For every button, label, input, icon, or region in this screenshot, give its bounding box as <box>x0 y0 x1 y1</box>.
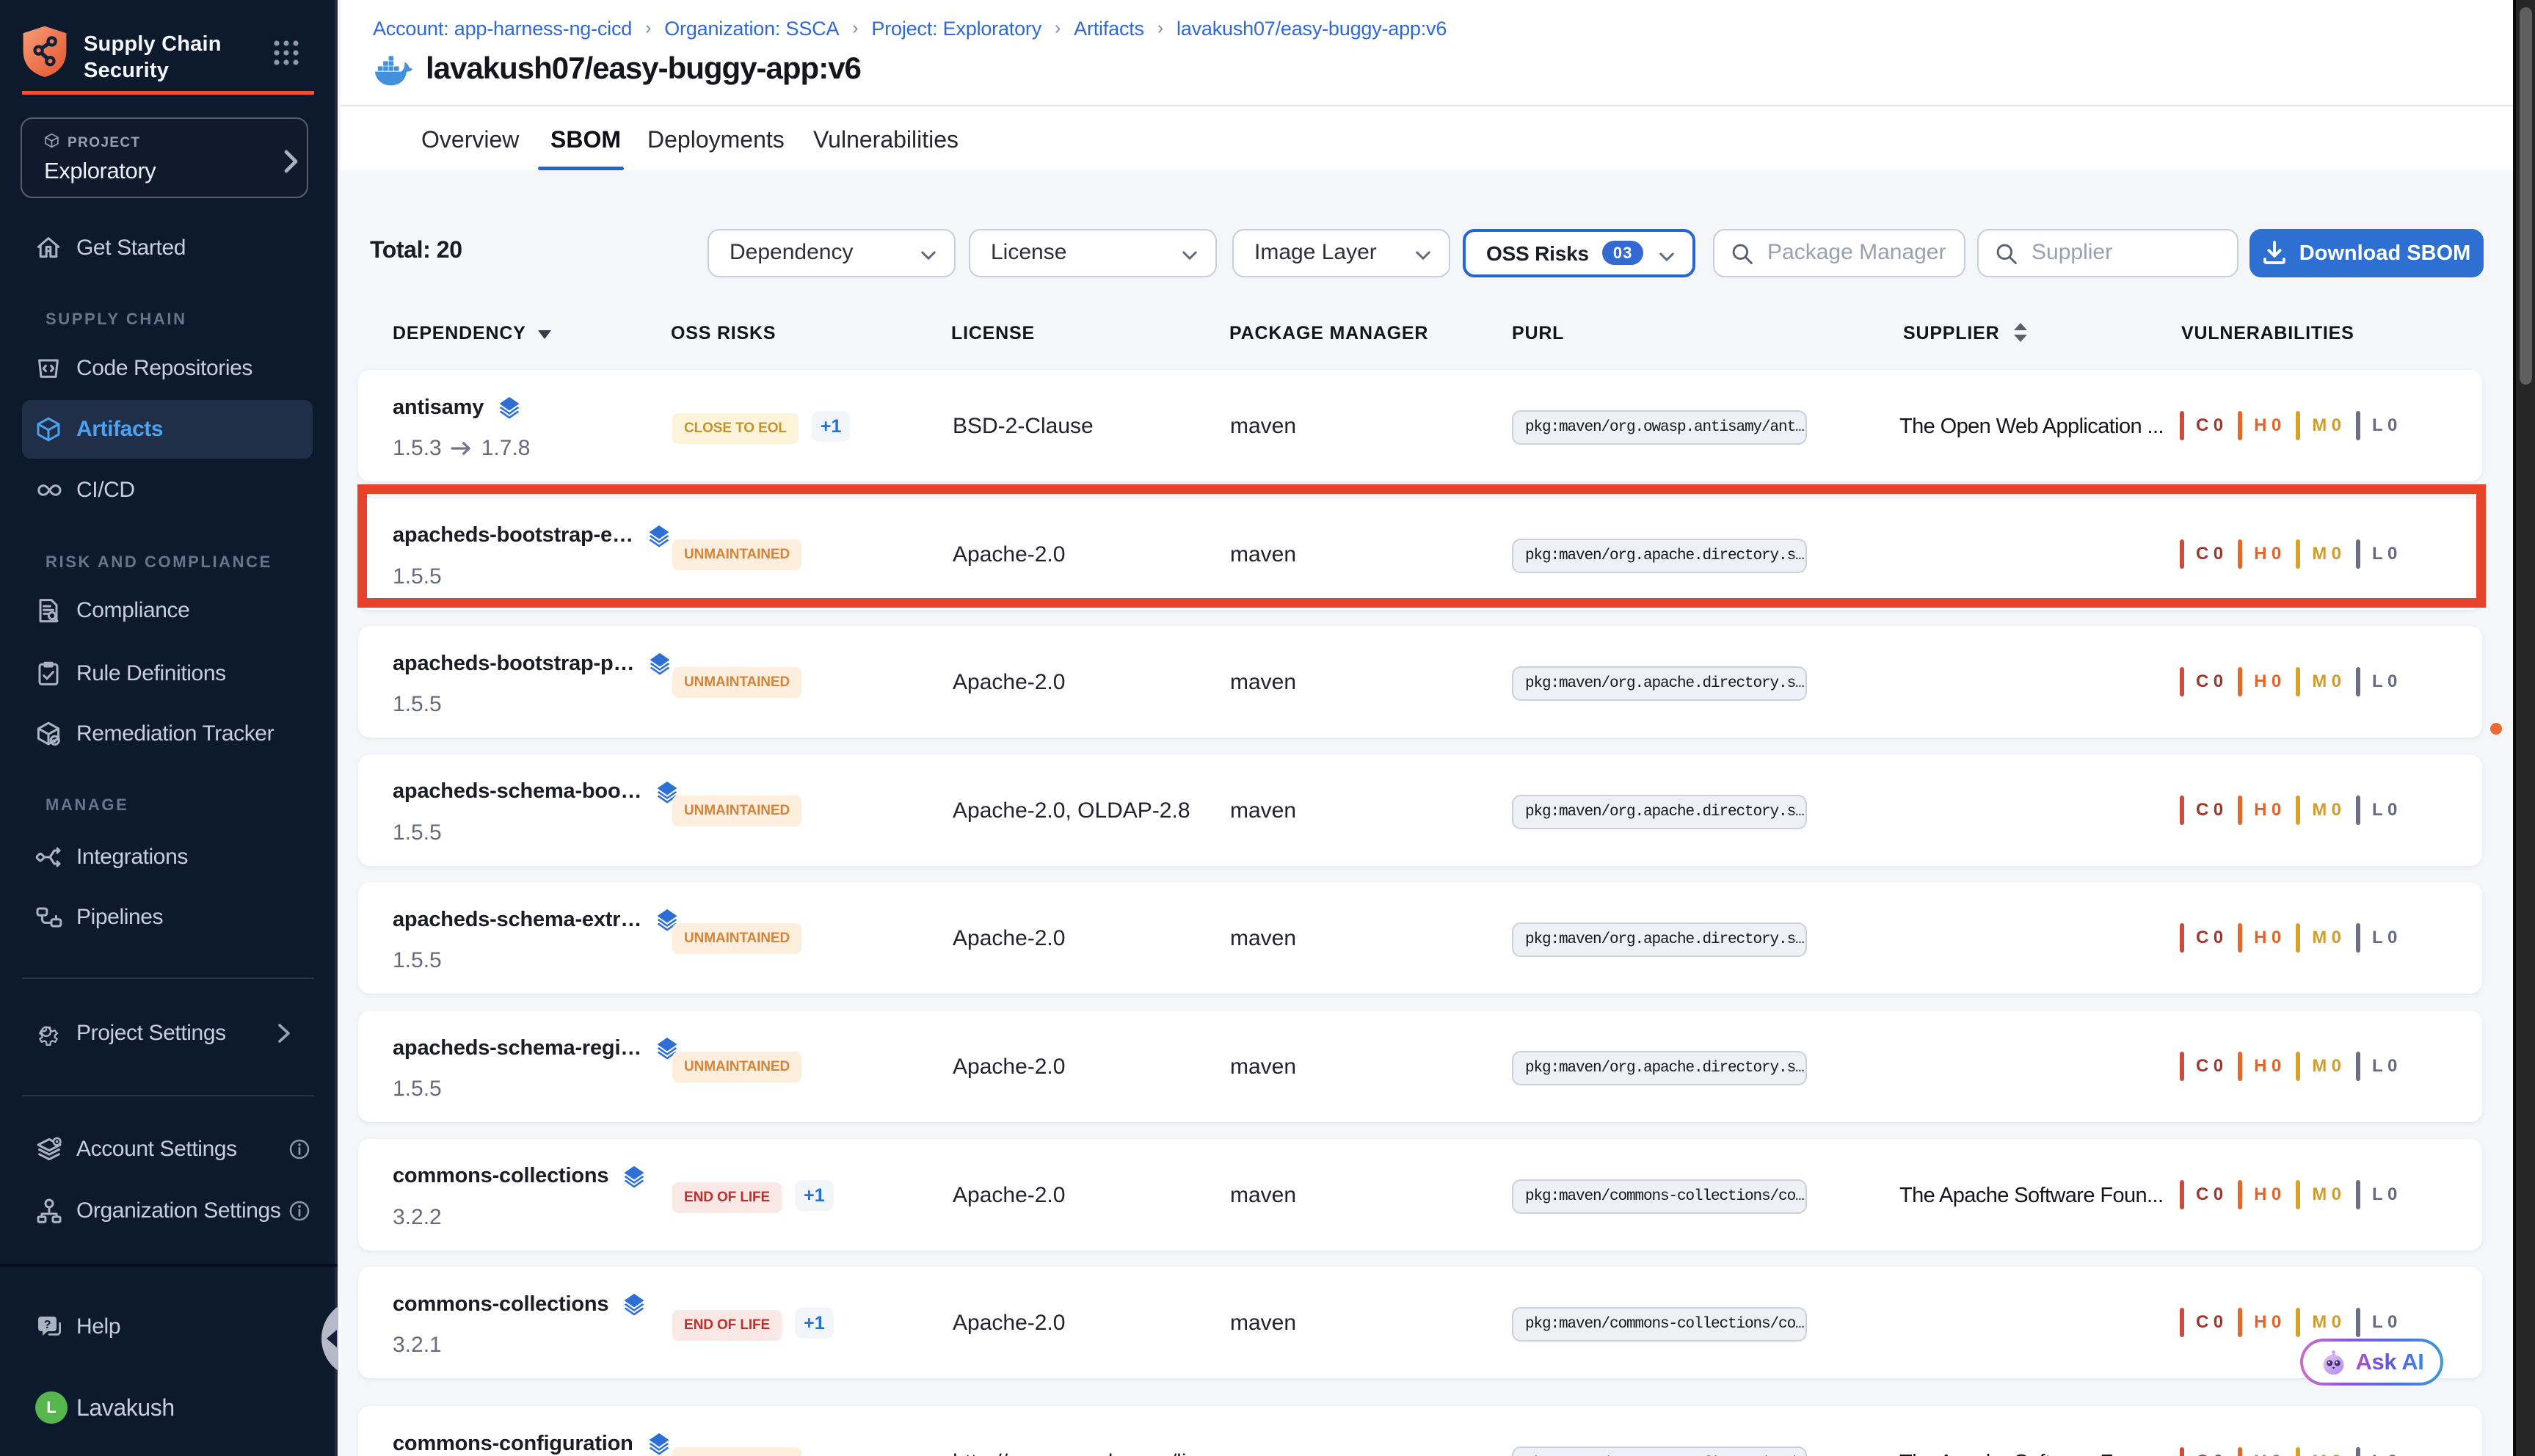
svg-text:?: ? <box>44 1319 51 1331</box>
